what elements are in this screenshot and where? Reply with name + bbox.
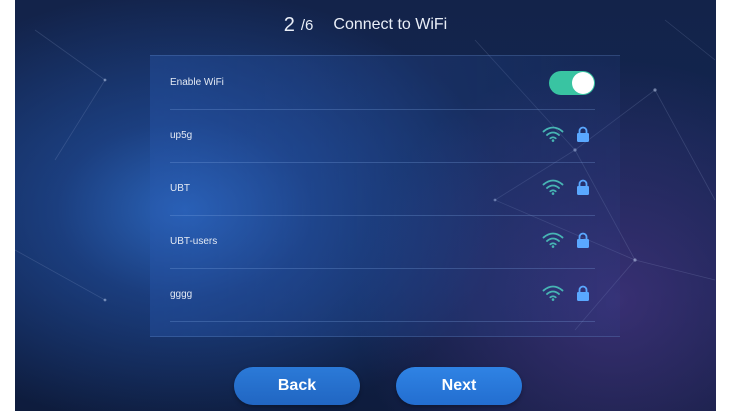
network-row[interactable]: gggg bbox=[170, 268, 595, 322]
enable-wifi-label: Enable WiFi bbox=[170, 77, 224, 88]
screen: 2 /6 Connect to WiFi Enable WiFi up5g UB… bbox=[15, 0, 716, 411]
lock-icon bbox=[577, 126, 589, 142]
step-current: 2 bbox=[283, 13, 295, 36]
wifi-settings-panel: Enable WiFi up5g UBT UBT-users gggg bbox=[150, 55, 620, 337]
enable-wifi-toggle[interactable] bbox=[549, 71, 595, 95]
enable-wifi-row: Enable WiFi bbox=[170, 56, 595, 110]
network-ssid: up5g bbox=[170, 130, 193, 141]
back-button[interactable]: Back bbox=[234, 367, 360, 405]
lock-icon bbox=[577, 285, 589, 301]
network-ssid: UBT bbox=[170, 183, 190, 194]
network-ssid: UBT-users bbox=[170, 236, 218, 247]
page-title: Connect to WiFi bbox=[333, 16, 448, 33]
wifi-icon bbox=[542, 126, 564, 142]
wifi-icon bbox=[542, 285, 564, 301]
network-row[interactable]: UBT bbox=[170, 162, 595, 216]
lock-icon bbox=[577, 232, 589, 248]
lock-icon bbox=[577, 179, 589, 195]
network-row[interactable]: up5g bbox=[170, 109, 595, 163]
toggle-knob bbox=[572, 72, 594, 94]
wifi-icon bbox=[542, 232, 564, 248]
wifi-icon bbox=[542, 179, 564, 195]
network-ssid: gggg bbox=[170, 289, 193, 300]
step-total: /6 bbox=[300, 16, 314, 34]
header: 2 /6 Connect to WiFi bbox=[15, 0, 716, 50]
network-row[interactable]: UBT-users bbox=[170, 215, 595, 269]
next-button[interactable]: Next bbox=[396, 367, 522, 405]
